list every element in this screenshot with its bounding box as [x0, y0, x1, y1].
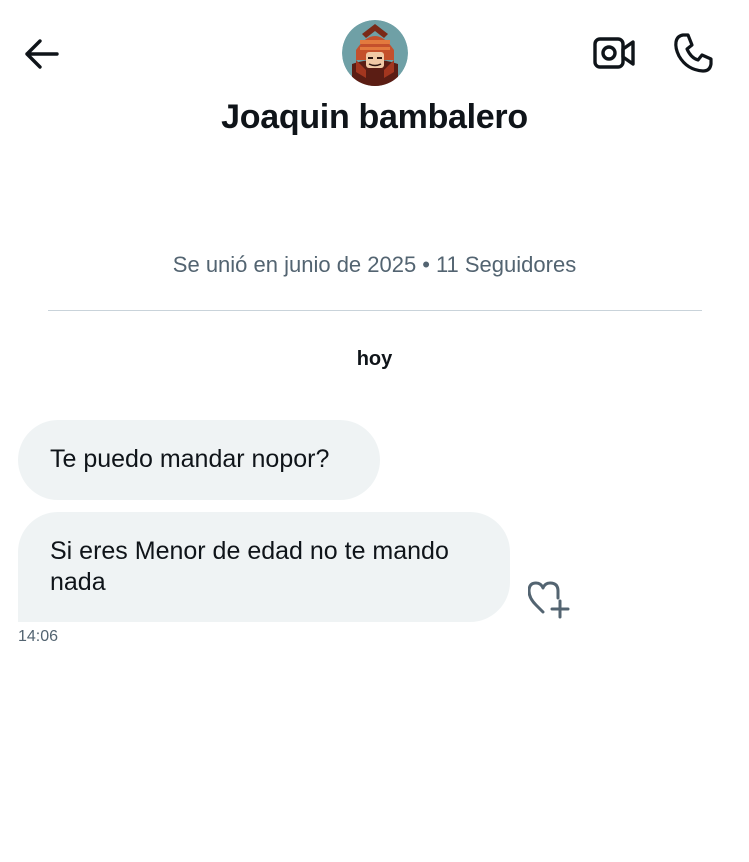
- back-button[interactable]: [18, 34, 64, 74]
- meta-separator: •: [422, 252, 430, 277]
- divider: [48, 310, 702, 311]
- add-reaction-button[interactable]: [526, 578, 574, 620]
- avatar[interactable]: [342, 20, 408, 86]
- message-bubble[interactable]: Si eres Menor de edad no te mando nada: [18, 512, 510, 622]
- phone-icon: [674, 33, 713, 73]
- heart-plus-icon: [528, 581, 570, 619]
- samurai-avatar-icon: [342, 20, 408, 86]
- followers-count[interactable]: 11 Seguidores: [436, 252, 576, 277]
- profile-meta: Se unió en junio de 2025 • 11 Seguidores: [0, 252, 749, 278]
- message-text: Te puedo mandar nopor?: [50, 445, 330, 473]
- message-text: Si eres Menor de edad no te mando nada: [50, 537, 449, 596]
- message-timestamp: 14:06: [18, 628, 59, 645]
- video-camera-icon: [593, 37, 635, 69]
- voice-call-button[interactable]: [668, 28, 718, 78]
- arrow-left-icon: [25, 39, 59, 69]
- joined-date: Se unió en junio de 2025: [172, 252, 417, 277]
- contact-name[interactable]: Joaquin bambalero: [0, 98, 749, 137]
- date-label: hoy: [356, 348, 393, 370]
- message-bubble[interactable]: Te puedo mandar nopor?: [18, 420, 380, 500]
- video-call-button[interactable]: [590, 30, 638, 76]
- dm-conversation-screen: Joaquin bambalero Se unió en junio de 20…: [0, 0, 749, 862]
